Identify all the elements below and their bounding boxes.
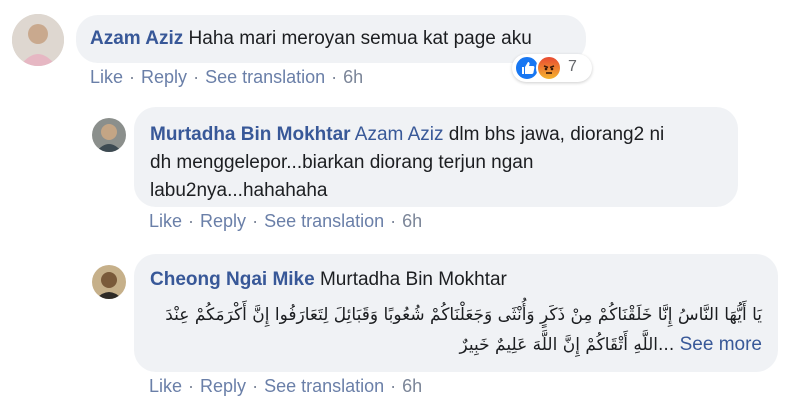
comment-bubble-cheong: Cheong Ngai Mike Murtadha Bin Mokhtar يَ… [134,254,778,372]
comment-text-line2: dh menggelepor...biarkan diorang terjun … [150,152,534,173]
see-translation-link[interactable]: See translation [264,376,384,396]
like-link[interactable]: Like [149,211,182,231]
angry-icon [536,55,562,81]
avatar-murtadha[interactable] [92,118,126,152]
reactions-summary[interactable]: 7 [512,54,592,82]
timestamp[interactable]: 6h [402,211,422,231]
like-link[interactable]: Like [149,376,182,396]
reply-link[interactable]: Reply [200,211,246,231]
comment-text-line1: dlm bhs jawa, diorang2 ni [448,124,665,145]
reply-link[interactable]: Reply [200,376,246,396]
like-link[interactable]: Like [90,67,123,87]
see-translation-link[interactable]: See translation [205,67,325,87]
mention-link[interactable]: Azam Aziz [355,124,444,145]
avatar-image [12,14,64,66]
comment-actions: Like · Reply · See translation · 6h [90,67,364,87]
see-more-link[interactable]: See more [680,334,762,355]
see-translation-link[interactable]: See translation [264,211,384,231]
timestamp[interactable]: 6h [343,67,363,87]
author-name[interactable]: Cheong Ngai Mike [150,269,315,290]
arabic-text-line1: يَا أَيُّهَا النَّاسُ إِنَّا خَلَقْنَاكُ… [165,305,762,325]
comment-text: Haha mari meroyan semua kat page aku [188,28,532,49]
avatar-cheong[interactable] [92,265,126,299]
reply-link[interactable]: Reply [141,67,187,87]
comment-bubble-murtadha: Murtadha Bin Mokhtar Azam Aziz dlm bhs j… [134,107,738,207]
mention-text[interactable]: Murtadha Bin Mokhtar [320,269,507,290]
arabic-text-line2-wrap: See more ...اللَّهِ أَتْقَاكُمْ إِنَّ ال… [150,330,762,360]
author-name[interactable]: Azam Aziz [90,28,183,49]
avatar-image [92,118,126,152]
comment-actions: Like · Reply · See translation · 6h [149,376,423,396]
timestamp[interactable]: 6h [402,376,422,396]
avatar-azam[interactable] [12,14,64,66]
comment-text-line3: labu2nya...hahahaha [150,180,328,201]
avatar-image [92,265,126,299]
arabic-text-line2: ...اللَّهِ أَتْقَاكُمْ إِنَّ اللَّهَ عَل… [459,335,675,355]
comment-actions: Like · Reply · See translation · 6h [149,211,423,231]
comment-bubble-azam: Azam Aziz Haha mari meroyan semua kat pa… [76,15,586,63]
reaction-count: 7 [568,58,577,75]
author-name[interactable]: Murtadha Bin Mokhtar [150,124,351,145]
